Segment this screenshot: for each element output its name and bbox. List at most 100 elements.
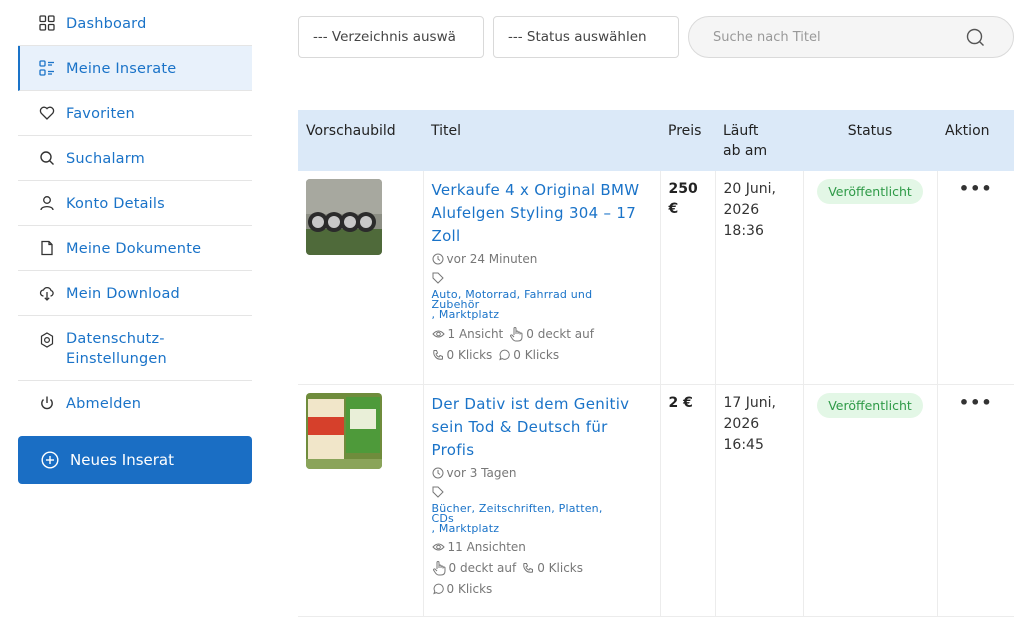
reveals-stat: 0 deckt auf [432,560,516,576]
category-links: Bücher, Zeitschriften, Platten, CDs , Ma… [432,503,652,534]
preview-cell [298,384,424,617]
hand-pointer-icon [432,560,445,575]
column-header-status: Status [847,123,893,139]
sidebar-item-label: Meine Inserate [66,61,177,77]
reveals-stat: 0 deckt auf [509,326,594,342]
price-value: 2 € [668,394,693,411]
table-row: Der Dativ ist dem Genitiv sein Tod & Deu… [298,384,1014,617]
listing-thumbnail[interactable] [306,179,382,255]
action-cell: ••• [937,384,1014,617]
price-cell: 2 € [660,384,716,617]
sidebar-item-label-line: Einstellungen [66,351,167,367]
category-links: Auto, Motorrad, Fahrrad und Zubehör , Ma… [432,289,652,320]
listing-title-link[interactable]: Verkaufe 4 x Original BMW Alufelgen Styl… [432,179,652,248]
search-icon[interactable] [965,27,987,49]
eye-icon [431,543,445,550]
listing-thumbnail[interactable] [306,392,382,469]
category-link[interactable]: , Marktplatz [432,309,652,320]
sidebar-item-favoriten[interactable]: Favoriten [18,91,252,136]
action-cell: ••• [937,171,1014,385]
whatsapp-clicks-text: 0 Klicks [446,581,493,596]
settings-icon [38,331,56,349]
sidebar-item-label-line: Datenschutz- [66,331,165,347]
clock-icon [432,253,443,265]
plus-circle-icon [40,450,60,470]
date-line: 20 Juni, [723,181,776,197]
phone-icon [523,562,534,573]
tag-icon [432,486,652,502]
date-cell: 20 Juni, 2026 18:36 [715,171,804,385]
sidebar-item-meine-inserate[interactable]: Meine Inserate [18,46,252,91]
column-header-action: Aktion [945,123,990,139]
date-line: 16:45 [723,436,764,453]
new-listing-label: Neues Inserat [70,451,174,469]
sidebar-item-label: Abmelden [66,396,142,412]
category-link[interactable]: Bücher, Zeitschriften, Platten, [432,503,652,514]
status-cell: Veröffentlicht [803,384,938,617]
search-input[interactable] [689,29,949,45]
sidebar-item-label: Datenschutz- Einstellungen [66,329,167,369]
price-cell: 250 € [660,171,716,385]
whatsapp-clicks-stat: 0 Klicks [432,582,646,596]
start-date: 20 Juni, 2026 18:36 [724,179,795,242]
grid-icon [38,14,56,32]
sidebar-item-meine-dokumente[interactable]: Meine Dokumente [18,226,252,271]
date-line: 2026 [723,415,760,432]
sidebar-item-abmelden[interactable]: Abmelden [18,381,252,425]
directory-select-value: --- Verzeichnis auswä [313,29,456,45]
table-header-row: Vorschaubild Titel Preis Läuft ab am Sta… [298,110,1014,171]
status-select[interactable]: --- Status auswählen [493,16,679,58]
views-stat: 11 Ansichten [431,540,646,554]
category-link[interactable]: , Marktplatz [432,523,652,534]
new-listing-button[interactable]: Neues Inserat [18,436,252,484]
listings-table: Vorschaubild Titel Preis Läuft ab am Sta… [298,110,1014,617]
date-line: 17 Juni, [723,394,776,411]
listing-age: vor 24 Minuten [432,252,652,266]
more-actions-button[interactable]: ••• [946,393,1007,413]
title-cell: Verkaufe 4 x Original BMW Alufelgen Styl… [423,171,661,385]
column-header-line: Läuft [723,123,759,139]
listing-title-link[interactable]: Der Dativ ist dem Genitiv sein Tod & Deu… [432,393,652,462]
sidebar-item-dashboard[interactable]: Dashboard [18,0,252,46]
hand-pointer-icon [510,327,523,342]
status-select-value: --- Status auswählen [508,29,647,45]
list-icon [38,59,56,77]
listing-age: vor 3 Tagen [432,466,652,480]
more-actions-button[interactable]: ••• [946,179,1007,199]
sidebar-item-mein-download[interactable]: Mein Download [18,271,252,316]
whatsapp-icon [499,349,511,361]
cloud-download-icon [38,284,56,302]
eye-icon [431,330,445,338]
whatsapp-clicks-stat: 0 Klicks [498,348,559,362]
status-badge: Veröffentlicht [817,179,923,204]
views-stat: 1 Ansicht [431,327,504,341]
date-cell: 17 Juni, 2026 16:45 [715,384,804,617]
sidebar-item-label: Dashboard [66,16,147,32]
sidebar-item-suchalarm[interactable]: Suchalarm [18,136,252,181]
sidebar-item-datenschutz[interactable]: Datenschutz- Einstellungen [18,316,252,381]
clicks-stat: 0 Klicks [522,561,583,575]
sidebar-item-label: Konto Details [66,196,165,212]
tag-icon [432,272,652,288]
column-header-title: Titel [431,123,462,139]
sidebar-item-label: Meine Dokumente [66,241,202,257]
listing-age-text: vor 3 Tagen [446,465,517,480]
power-icon [38,394,56,412]
start-date: 17 Juni, 2026 16:45 [724,393,795,456]
directory-select[interactable]: --- Verzeichnis auswä [298,16,484,58]
whatsapp-icon [432,583,444,594]
whatsapp-clicks-text: 0 Klicks [513,348,560,362]
document-icon [38,239,56,257]
user-icon [38,194,56,212]
phone-icon [432,350,443,360]
views-text: 1 Ansicht [447,327,504,341]
search-box [688,16,1014,58]
search-icon [38,149,56,167]
clicks-text: 0 Klicks [537,560,583,575]
price-line: € [668,201,679,217]
clicks-stat: 0 Klicks [432,348,492,362]
date-line: 2026 [723,202,760,218]
sidebar-item-label: Favoriten [66,106,135,122]
status-cell: Veröffentlicht [803,171,938,385]
sidebar-item-konto-details[interactable]: Konto Details [18,181,252,226]
